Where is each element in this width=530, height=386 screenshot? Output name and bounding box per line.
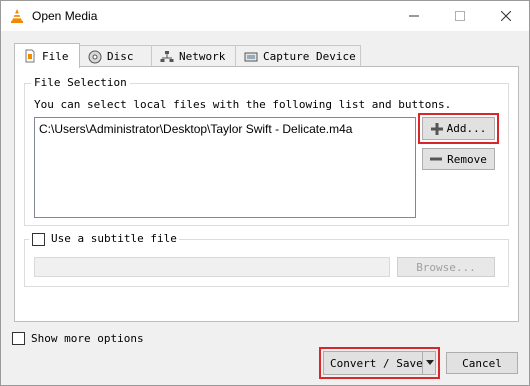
show-more-options-checkbox[interactable]	[12, 332, 25, 345]
network-icon	[160, 50, 174, 62]
tab-file[interactable]: File	[14, 43, 80, 68]
vlc-cone-icon	[11, 9, 23, 23]
tab-label: File	[42, 49, 69, 63]
convert-save-button[interactable]: Convert / Save	[323, 351, 436, 375]
subtitle-path-field	[34, 257, 390, 277]
disc-icon	[88, 50, 102, 63]
tab-label: Capture Device	[263, 50, 356, 63]
close-button[interactable]	[483, 1, 529, 31]
convert-save-label: Convert / Save	[330, 357, 423, 370]
subtitle-checkbox-label: Use a subtitle file	[51, 232, 177, 245]
tab-capture-device[interactable]: Capture Device	[235, 45, 361, 67]
window-title: Open Media	[32, 9, 98, 23]
add-button-label: Add...	[446, 122, 487, 135]
tab-network[interactable]: Network	[151, 45, 236, 67]
browse-button-label: Browse...	[416, 260, 476, 274]
convert-dropdown-button[interactable]	[422, 352, 436, 374]
minus-icon	[430, 157, 443, 161]
file-selection-title: File Selection	[31, 76, 130, 89]
minimize-button[interactable]	[391, 1, 437, 31]
minimize-icon	[409, 15, 419, 17]
maximize-button[interactable]	[437, 1, 483, 31]
title-bar: Open Media	[1, 1, 529, 31]
file-selection-instructions: You can select local files with the foll…	[34, 98, 452, 111]
plus-icon	[430, 122, 443, 135]
chevron-down-icon	[425, 360, 434, 365]
cancel-button[interactable]: Cancel	[446, 352, 518, 374]
subtitle-checkbox[interactable]	[32, 233, 45, 246]
show-more-options-label: Show more options	[31, 332, 144, 345]
file-list[interactable]: C:\Users\Administrator\Desktop\Taylor Sw…	[34, 117, 416, 218]
list-item[interactable]: C:\Users\Administrator\Desktop\Taylor Sw…	[39, 122, 352, 136]
maximize-icon	[455, 11, 465, 21]
add-button[interactable]: Add...	[422, 117, 495, 140]
remove-button[interactable]: Remove	[422, 148, 495, 170]
capture-device-icon	[244, 52, 258, 61]
tab-label: Disc	[107, 50, 134, 63]
close-icon	[501, 11, 511, 21]
open-media-dialog: Open Media File Disc Network Capture Dev…	[0, 0, 530, 386]
tab-disc[interactable]: Disc	[79, 45, 152, 67]
tab-label: Network	[179, 50, 226, 63]
remove-button-label: Remove	[447, 152, 487, 166]
browse-button: Browse...	[397, 257, 495, 277]
cancel-button-label: Cancel	[462, 356, 502, 370]
file-icon	[25, 49, 35, 63]
